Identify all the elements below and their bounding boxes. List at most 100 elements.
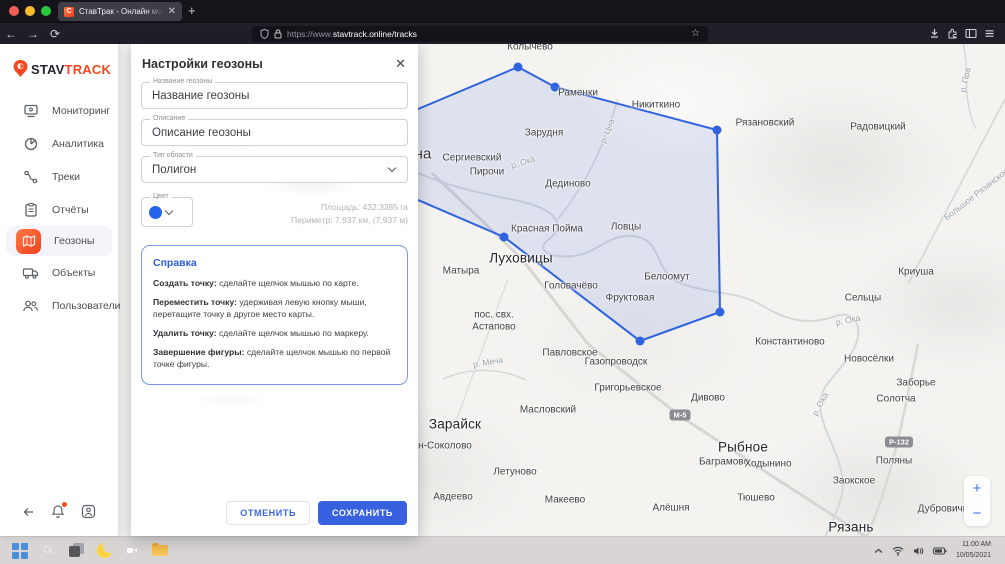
crescent-app-icon[interactable] — [96, 542, 113, 559]
color-swatch — [149, 206, 162, 219]
forward-button[interactable]: → — [22, 27, 44, 41]
panel-close-icon[interactable]: ✕ — [395, 58, 406, 70]
zoom-in-button[interactable]: + — [964, 476, 990, 501]
clock-time: 11:00 AM — [956, 540, 991, 550]
area-value: Площадь: 432.3385 га — [291, 201, 408, 214]
map-label: Дединово — [545, 179, 590, 190]
route-icon — [22, 168, 39, 185]
sidebar-item-label: Аналитика — [52, 138, 104, 150]
map-label: Радовицкий — [850, 122, 905, 133]
map-label: Сергиевский — [443, 153, 502, 164]
window-zoom-button[interactable] — [41, 6, 51, 16]
geozone-description-value: Описание геозоны — [142, 127, 407, 139]
reload-button[interactable]: ⟳ — [44, 27, 66, 41]
area-type-value: Полигон — [142, 164, 389, 176]
help-item: Переместить точку: удерживая левую кнопк… — [153, 297, 397, 320]
map-label: р. Ока — [510, 153, 537, 170]
map-label: Газопроводск — [585, 357, 648, 368]
zoom-out-button[interactable]: − — [964, 501, 990, 526]
help-title: Справка — [153, 257, 397, 269]
taskbar-search-icon[interactable] — [40, 542, 57, 559]
chevron-down-icon — [165, 206, 173, 214]
menu-hamburger-icon[interactable] — [984, 28, 995, 39]
new-tab-button[interactable]: + — [188, 3, 196, 18]
help-item: Создать точку: сделайте щелчок мышью по … — [153, 278, 397, 289]
map-label: Пирочи — [470, 167, 504, 178]
tracking-shield-icon[interactable] — [260, 29, 269, 39]
sidebar-item-label: Отчёты — [52, 204, 89, 216]
map-label: Зарудня — [525, 128, 564, 139]
geozone-map-icon — [16, 229, 41, 254]
video-chat-app-icon[interactable] — [124, 542, 141, 559]
map-label: Константиново — [755, 337, 824, 348]
map-label: р. Ока — [810, 391, 830, 418]
window-minimize-button[interactable] — [25, 6, 35, 16]
map-label: Раменки — [558, 88, 598, 99]
monitor-icon — [22, 102, 39, 119]
downloads-icon[interactable] — [929, 28, 940, 39]
volume-icon[interactable] — [913, 546, 924, 556]
map-label: Ловцы — [611, 222, 641, 233]
pie-chart-icon — [22, 135, 39, 152]
sidebar-item-monitoring[interactable]: Мониторинг — [0, 94, 118, 127]
taskbar-clock[interactable]: 11:00 AM 10/05/2021 — [956, 540, 991, 560]
help-box: Справка Создать точку: сделайте щелчок м… — [141, 245, 408, 385]
map-label: р. Пра — [958, 67, 973, 94]
sidebar-item-analytics[interactable]: Аналитика — [0, 127, 118, 160]
color-label: Цвет — [150, 193, 172, 200]
start-button-icon[interactable] — [12, 542, 29, 559]
tray-chevron-up-icon[interactable] — [874, 548, 883, 554]
sidebar-item-tracks[interactable]: Треки — [0, 160, 118, 193]
geozone-name-input[interactable]: Название геозоны Название геозоны — [141, 82, 408, 109]
sidebar-item-label: Пользователи — [52, 300, 121, 312]
save-button[interactable]: СОХРАНИТЬ — [318, 501, 407, 525]
geozone-description-label: Описание — [150, 115, 188, 122]
browser-nav-bar: ← → ⟳ https://www.stavtrack.online/track… — [0, 22, 1005, 44]
tab-favicon-icon: C — [64, 7, 74, 17]
sidebar-toggle-icon[interactable] — [965, 28, 977, 39]
area-type-select[interactable]: Тип области Полигон — [141, 156, 408, 183]
notifications-bell-icon[interactable] — [51, 504, 65, 524]
file-explorer-icon[interactable] — [152, 542, 169, 559]
notification-dot — [62, 502, 67, 507]
sidebar-item-users[interactable]: Пользователи — [0, 289, 118, 322]
sidebar-item-reports[interactable]: Отчёты — [0, 193, 118, 226]
map-label: Матыра — [443, 266, 480, 277]
browser-tab-bar: C СтавТрак - Онлайн мониторин ✕ + — [0, 0, 1005, 22]
map-label: Новосёлки — [844, 354, 894, 365]
back-button[interactable]: ← — [0, 27, 22, 41]
browser-tab[interactable]: C СтавТрак - Онлайн мониторин ✕ — [58, 2, 182, 21]
profile-icon[interactable] — [81, 504, 96, 524]
wifi-icon[interactable] — [892, 546, 904, 556]
geozone-description-input[interactable]: Описание Описание геозоны — [141, 119, 408, 146]
url-text[interactable]: https://www.stavtrack.online/tracks — [287, 29, 686, 39]
map-label: Алёшня — [652, 503, 689, 514]
url-host: stavtrack.online/tracks — [333, 29, 417, 39]
map-label: Фруктовая — [606, 293, 655, 304]
map-label: Баграмово — [699, 457, 749, 468]
map-label: Никиткино — [632, 100, 680, 111]
sidebar-item-objects[interactable]: Объекты — [0, 256, 118, 289]
sidebar-item-label: Объекты — [52, 267, 95, 279]
edge-browser-icon[interactable] — [180, 542, 197, 559]
extensions-icon[interactable] — [947, 28, 958, 39]
sidebar-item-geozones[interactable]: Геозоны — [6, 226, 112, 256]
map-label: Григорьевское — [594, 383, 661, 394]
screen: C СтавТрак - Онлайн мониторин ✕ + ← → ⟳ … — [0, 0, 1005, 564]
map-label: М-5 — [670, 410, 691, 421]
color-select[interactable]: Цвет — [141, 197, 193, 227]
cancel-button[interactable]: ОТМЕНИТЬ — [226, 501, 310, 525]
battery-icon[interactable] — [933, 547, 947, 555]
map-label: Большое Рязанское — [942, 166, 1005, 223]
task-view-icon[interactable] — [68, 542, 85, 559]
collapse-sidebar-icon[interactable] — [22, 505, 36, 523]
url-bar[interactable]: https://www.stavtrack.online/tracks ☆ — [252, 26, 708, 42]
map-label: Тюшево — [737, 493, 775, 504]
bookmark-star-icon[interactable]: ☆ — [691, 28, 700, 39]
window-close-button[interactable] — [9, 6, 19, 16]
map-label: Рязановский — [736, 118, 795, 129]
lock-icon[interactable] — [274, 29, 282, 39]
area-type-label: Тип области — [150, 152, 196, 159]
tab-close-icon[interactable]: ✕ — [168, 7, 176, 17]
map-label: Солотча — [876, 394, 915, 405]
